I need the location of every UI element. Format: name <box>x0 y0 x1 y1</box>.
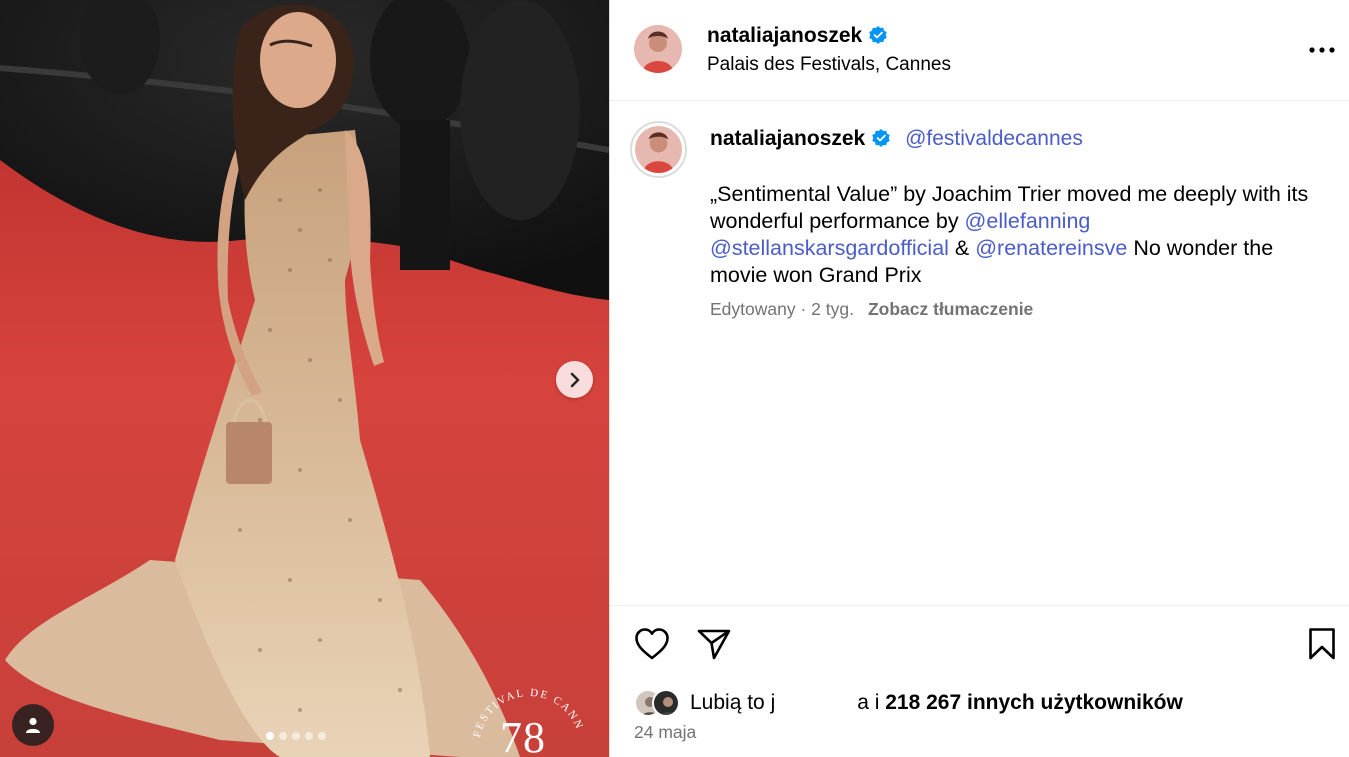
carousel-indicator <box>266 732 326 740</box>
heart-icon <box>635 628 669 660</box>
more-options-button[interactable] <box>1302 38 1342 62</box>
likes-suffix: a i <box>857 691 886 714</box>
post-location[interactable]: Palais des Festivals, Cannes <box>707 54 951 76</box>
post-photo <box>0 0 609 757</box>
see-translation-button[interactable]: Zobacz tłumaczenie <box>868 299 1033 319</box>
likes-count[interactable]: 218 267 innych użytkowników <box>885 691 1183 714</box>
verified-badge-icon <box>869 26 887 44</box>
tagged-users-button[interactable] <box>12 704 54 746</box>
chevron-right-icon <box>570 372 579 387</box>
caption-meta: Edytowany · 2 tyg. Zobacz tłumaczenie <box>710 299 1033 320</box>
likes-prefix: Lubią to j <box>690 691 776 714</box>
caption-avatar-image <box>635 126 682 173</box>
carousel-dot <box>279 732 287 740</box>
mention-renatereinsve[interactable]: @renatereinsve <box>975 236 1127 260</box>
festival-edition-number: 78 <box>500 713 546 757</box>
likes-text: Lubią to j a i 218 267 innych użytkownikó… <box>690 691 1183 715</box>
post-details-panel: nataliajanoszek Palais des Festivals, Ca… <box>609 0 1349 757</box>
next-photo-button[interactable] <box>556 361 593 398</box>
caption-avatar[interactable] <box>630 121 687 178</box>
liker-avatar <box>652 689 680 717</box>
bookmark-icon <box>1309 628 1335 660</box>
caption-joiner: & <box>948 236 976 260</box>
carousel-dot <box>292 732 300 740</box>
send-icon <box>697 629 731 660</box>
mention-stellanskarsgardofficial[interactable]: @stellanskarsgardofficial <box>710 236 949 260</box>
author-username[interactable]: nataliajanoszek <box>707 24 862 47</box>
like-button[interactable] <box>632 624 672 664</box>
mention-festivaldecannes[interactable]: @festivaldecannes <box>905 127 1083 150</box>
footer-divider <box>610 605 1349 606</box>
save-button[interactable] <box>1302 624 1342 664</box>
carousel-dot <box>266 732 274 740</box>
carousel-dot <box>318 732 326 740</box>
caption-username[interactable]: nataliajanoszek <box>710 127 865 150</box>
verified-badge-icon <box>872 129 890 147</box>
caption-text: „Sentimental Value” by Joachim Trier mov… <box>710 181 1320 289</box>
post-media[interactable]: FESTIVAL DE CANNES 78 <box>0 0 609 757</box>
mention-ellefanning[interactable]: @ellefanning <box>965 209 1091 233</box>
post-date[interactable]: 24 maja <box>634 722 696 743</box>
edited-timestamp: Edytowany · 2 tyg. <box>710 299 854 319</box>
caption-header: nataliajanoszek @festivaldecannes <box>710 127 1083 151</box>
post-header: nataliajanoszek Palais des Festivals, Ca… <box>610 0 1349 101</box>
author-username-row[interactable]: nataliajanoszek <box>707 24 888 48</box>
share-button[interactable] <box>694 624 734 664</box>
carousel-dot <box>305 732 313 740</box>
user-tag-icon <box>26 717 40 733</box>
author-avatar[interactable] <box>634 25 682 73</box>
likes-summary[interactable]: Lubią to j a i 218 267 innych użytkownikó… <box>634 688 1183 718</box>
more-options-icon <box>1309 47 1335 53</box>
